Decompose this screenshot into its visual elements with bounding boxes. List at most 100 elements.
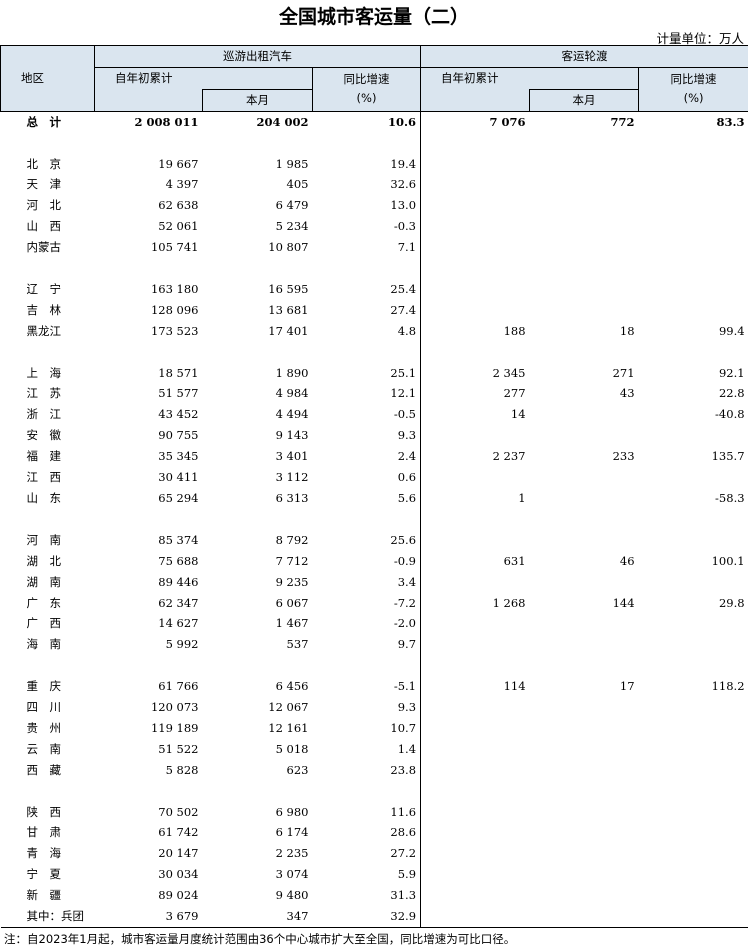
spacer-cell: [203, 509, 313, 530]
taxi-month-cell: 9 235: [275, 574, 309, 589]
taxi-ytd-cell: 85 374: [158, 532, 199, 547]
taxi-month-cell: 1 985: [275, 156, 309, 171]
ferry-ytd-cell: [420, 237, 530, 259]
region-cell: 浙 江: [26, 407, 62, 422]
taxi-ytd-cell: 18 571: [158, 365, 199, 380]
ferry-ytd-cell: 1 268: [420, 592, 530, 614]
taxi-ytd-cell: 20 147: [158, 846, 199, 861]
ferry-month-cell: 18: [619, 323, 635, 338]
ferry-month-cell: [530, 530, 639, 551]
region-cell: 辽 宁: [26, 281, 62, 296]
ferry-yoy-cell: [639, 300, 748, 321]
ferry-month-cell: [530, 174, 639, 195]
ferry-month-cell: 233: [612, 449, 635, 464]
table-row: 福 建 35 345 3 401 2.4 2 237 233 135.7: [1, 446, 748, 468]
taxi-yoy-cell: 10.6: [312, 110, 421, 133]
table-row: 山 西 52 061 5 234 -0.3: [1, 216, 748, 238]
table-row: 上 海 18 571 1 890 25.1 2 345 271 92.1: [1, 362, 748, 384]
ferry-ytd-spacer: [420, 89, 531, 112]
ferry-ytd-cell: [420, 216, 530, 238]
spacer-cell: [1, 509, 95, 530]
spacer-cell: [530, 133, 639, 154]
taxi-month-cell: 9 480: [275, 888, 309, 903]
region-cell: 贵 州: [26, 720, 62, 735]
region-cell: 陕 西: [26, 804, 62, 819]
region-cell: 江 西: [26, 470, 62, 485]
spacer-cell: [1, 133, 95, 154]
taxi-month-cell: 347: [202, 906, 313, 928]
spacer-row: [1, 341, 748, 363]
taxi-yoy-cell: 25.6: [390, 532, 417, 547]
taxi-yoy-cell: -5.1: [393, 679, 417, 694]
taxi-yoy-label: 同比增速: [343, 72, 390, 87]
table-row: 河 北 62 638 6 479 13.0: [1, 195, 748, 217]
ferry-ytd-cell: 631: [420, 550, 530, 572]
ferry-ytd-cell: 7 076: [420, 110, 530, 133]
taxi-month-cell: 13 681: [268, 302, 309, 317]
ferry-ytd-cell: 188: [420, 320, 530, 342]
taxi-yoy-cell: 5.6: [397, 490, 417, 505]
ferry-yoy-cell: [639, 739, 748, 760]
ferry-yoy-cell: [639, 530, 748, 551]
ferry-month-cell: [530, 718, 639, 739]
taxi-yoy-cell: 13.0: [390, 198, 417, 213]
ferry-yoy-cell: [639, 572, 748, 593]
spacer-cell: [1, 258, 95, 279]
spacer-cell: [203, 258, 313, 279]
table-row: 河 南 85 374 8 792 25.6: [1, 529, 748, 551]
taxi-month-cell: 3 401: [275, 449, 309, 464]
region-cell: 河 南: [26, 532, 62, 547]
table-row: 湖 南 89 446 9 235 3.4: [1, 571, 748, 593]
ferry-month-cell: 46: [619, 553, 635, 568]
taxi-ytd-cell: 105 741: [150, 240, 199, 255]
taxi-yoy-cell: -0.9: [393, 553, 417, 568]
spacer-cell: [1, 655, 95, 676]
ferry-yoy-cell: 22.8: [718, 386, 745, 401]
taxi-month-cell: 17 401: [268, 323, 309, 338]
taxi-month-cell: 537: [286, 637, 309, 652]
ferry-yoy-cell: [639, 425, 748, 446]
spacer-cell: [313, 258, 421, 279]
ferry-ytd-cell: [420, 425, 530, 447]
ferry-ytd-cell: [420, 864, 530, 886]
region-cell: 河 北: [26, 198, 62, 213]
taxi-month-cell: 5 018: [275, 741, 309, 756]
ferry-ytd-cell: [420, 634, 530, 656]
ferry-yoy-cell: [639, 822, 748, 843]
ferry-ytd-cell: [420, 195, 530, 217]
taxi-month-cell: 6 980: [275, 804, 309, 819]
ferry-ytd-cell: [420, 299, 530, 321]
spacer-cell: [95, 509, 203, 530]
ferry-ytd-cell: [420, 697, 530, 718]
ferry-ytd-cell: [420, 717, 530, 739]
ferry-ytd-cell: [420, 174, 530, 196]
spacer-cell: [95, 781, 203, 802]
spacer-row: [1, 655, 748, 677]
taxi-month-cell: 405: [286, 177, 309, 192]
table-row: 吉 林 128 096 13 681 27.4: [1, 299, 748, 321]
taxi-ytd-header: 自年初累计: [94, 66, 313, 90]
taxi-ytd-cell: 65 294: [158, 490, 199, 505]
ferry-yoy-cell: 118.2: [711, 679, 745, 694]
taxi-yoy-cell: 5.9: [397, 867, 417, 882]
spacer-cell: [420, 258, 530, 279]
taxi-ytd-cell: 128 096: [150, 302, 199, 317]
taxi-yoy-cell: 23.8: [390, 762, 417, 777]
taxi-ytd-cell: 61 742: [158, 825, 199, 840]
spacer-cell: [420, 341, 530, 363]
taxi-ytd-cell: 5 828: [165, 762, 199, 777]
taxi-ytd-cell: 89 024: [158, 888, 199, 903]
taxi-month-cell: 9 143: [275, 428, 309, 443]
taxi-ytd-cell: 35 345: [158, 449, 199, 464]
taxi-month-cell: 12 067: [268, 700, 309, 715]
taxi-month-cell: 6 067: [275, 595, 309, 610]
spacer-cell: [639, 655, 748, 676]
taxi-yoy-cell: 28.6: [390, 825, 417, 840]
total-row: 总 计2 008 011 204 002 10.6 7 076 772 83.3: [0, 110, 748, 133]
ferry-ytd-cell: [420, 467, 530, 488]
region-cell: 内蒙古: [26, 240, 62, 255]
taxi-yoy-cell: 32.9: [312, 906, 421, 928]
ferry-ytd-cell: [420, 906, 530, 928]
taxi-yoy-cell: 31.3: [390, 888, 417, 903]
ferry-yoy-cell: [639, 613, 748, 634]
